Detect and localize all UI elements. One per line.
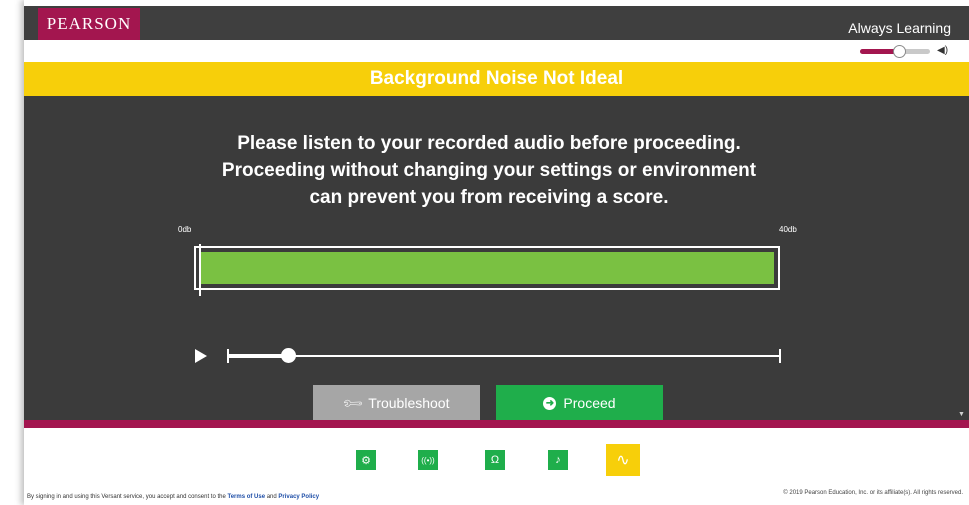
settings-check-icon[interactable]: ⚙ <box>356 450 376 470</box>
seek-end-cap <box>779 349 781 363</box>
legal-and-text: and <box>266 494 277 500</box>
privacy-policy-link[interactable]: Privacy Policy <box>278 494 319 500</box>
meter-min-label: 0db <box>178 225 192 234</box>
audio-seek-bar[interactable] <box>227 348 781 363</box>
seek-progress <box>227 354 288 358</box>
wrench-icon: 🔧︎ <box>340 390 364 415</box>
volume-knob[interactable] <box>892 45 906 58</box>
scroll-down-icon[interactable]: ▼ <box>958 411 965 418</box>
scrollbar[interactable]: ▼ <box>955 96 969 420</box>
terms-of-use-link[interactable]: Terms of Use <box>227 494 265 500</box>
proceed-button[interactable]: ➜ Proceed <box>496 385 663 420</box>
seek-knob[interactable] <box>280 348 296 363</box>
pearson-logo: PEARSON <box>38 8 140 40</box>
message-line: Please listen to your recorded audio bef… <box>237 133 741 154</box>
volume-row: ◀) <box>24 40 969 62</box>
status-banner: Background Noise Not Ideal <box>24 62 969 96</box>
proceed-label: Proceed <box>563 395 616 411</box>
arrow-circle-icon: ➜ <box>543 396 557 410</box>
play-icon[interactable] <box>195 349 207 363</box>
legal-text: By signing in and using this Versant ser… <box>27 494 226 500</box>
speaker-icon[interactable]: ◀) <box>937 45 948 56</box>
connection-check-icon[interactable]: ((•)) <box>418 450 438 470</box>
footer-divider <box>24 420 969 428</box>
audio-waveform-icon[interactable]: ∿ <box>606 444 640 476</box>
troubleshoot-label: Troubleshoot <box>368 395 450 411</box>
main-panel: Please listen to your recorded audio bef… <box>24 96 955 420</box>
meter-fill <box>200 252 774 284</box>
microphone-check-icon[interactable]: ♪ <box>548 450 568 470</box>
meter-max-label: 40db <box>779 225 797 234</box>
legal-notice: By signing in and using this Versant ser… <box>27 494 319 500</box>
message-line: Proceeding without changing your setting… <box>221 160 757 181</box>
troubleshoot-button[interactable]: 🔧︎ Troubleshoot <box>313 385 480 420</box>
volume-slider[interactable] <box>860 45 930 58</box>
tagline: Always Learning <box>848 20 951 36</box>
headphones-check-icon[interactable]: Ω <box>485 450 505 470</box>
meter-marker <box>199 244 201 296</box>
message-line: can prevent you from receiving a score. <box>309 187 669 208</box>
noise-level-meter <box>194 244 780 296</box>
footer: ⚙ ((•)) Ω ♪ ∿ By signing in and using th… <box>24 428 969 505</box>
top-bar: Always Learning <box>24 6 969 40</box>
copyright-text: © 2019 Pearson Education, Inc. or its af… <box>783 490 963 496</box>
app-window: Always Learning PEARSON ◀) Background No… <box>24 0 969 505</box>
instruction-message: Please listen to your recorded audio bef… <box>124 130 854 211</box>
